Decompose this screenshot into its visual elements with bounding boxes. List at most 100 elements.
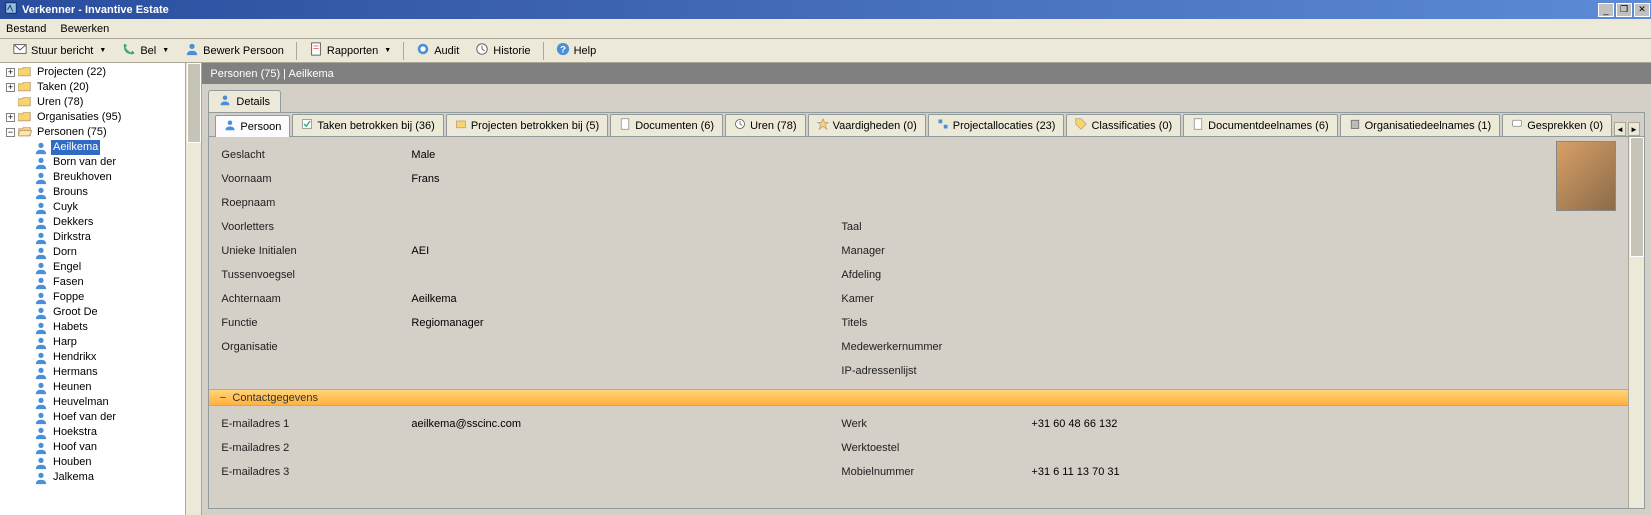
explorer-tree[interactable]: +Projecten (22) +Taken (20) Uren (78) +O…: [0, 63, 201, 487]
person-icon: [34, 322, 48, 334]
document-icon: [619, 118, 631, 133]
edit-person-button[interactable]: Bewerk Persoon: [178, 39, 291, 62]
tree-person[interactable]: Groot De: [2, 305, 201, 320]
audit-button[interactable]: Audit: [409, 39, 466, 62]
person-icon: [224, 119, 236, 134]
person-icon: [34, 232, 48, 244]
subtab-vaardigheden[interactable]: Vaardigheden (0): [808, 114, 926, 136]
person-icon: [34, 277, 48, 289]
folder-icon: [18, 67, 32, 79]
tree-person[interactable]: Aeilkema: [2, 140, 201, 155]
tab-scroll-right[interactable]: ►: [1628, 122, 1640, 136]
person-photo: [1556, 141, 1616, 211]
tree-node[interactable]: Uren (78): [2, 95, 201, 110]
tree-person[interactable]: Engel: [2, 260, 201, 275]
caret-down-icon: ▼: [162, 47, 169, 54]
tree-node[interactable]: −Personen (75): [2, 125, 201, 140]
tree-scrollbar[interactable]: [185, 63, 201, 515]
tree-node[interactable]: +Organisaties (95): [2, 110, 201, 125]
tree-person[interactable]: Houben: [2, 455, 201, 470]
collapse-icon: −: [219, 392, 226, 404]
history-button[interactable]: Historie: [468, 39, 537, 62]
person-icon: [34, 217, 48, 229]
envelope-icon: [13, 42, 27, 59]
tree-person[interactable]: Brouns: [2, 185, 201, 200]
tree-person[interactable]: Born van der: [2, 155, 201, 170]
subtab-docdeel[interactable]: Documentdeelnames (6): [1183, 114, 1337, 136]
expand-icon[interactable]: +: [6, 113, 15, 122]
tree-person[interactable]: Fasen: [2, 275, 201, 290]
project-icon: [455, 118, 467, 133]
collapse-icon[interactable]: −: [6, 128, 15, 137]
tree-person[interactable]: Hoef van der: [2, 410, 201, 425]
value-achternaam: Aeilkema: [411, 293, 841, 305]
label-afdeling: Afdeling: [841, 269, 1031, 281]
reports-button[interactable]: Rapporten▼: [302, 39, 398, 62]
person-icon: [34, 187, 48, 199]
help-button[interactable]: ? Help: [549, 39, 604, 62]
label-kamer: Kamer: [841, 293, 1031, 305]
folder-icon: [18, 97, 32, 109]
report-icon: [309, 42, 323, 59]
tree-person[interactable]: Hoekstra: [2, 425, 201, 440]
label-email3: E-mailadres 3: [221, 466, 411, 478]
person-icon: [34, 337, 48, 349]
tree-person[interactable]: Harp: [2, 335, 201, 350]
tab-details[interactable]: Details: [208, 90, 281, 112]
person-icon: [34, 412, 48, 424]
tree-person[interactable]: Habets: [2, 320, 201, 335]
tree-node[interactable]: +Projecten (22): [2, 65, 201, 80]
subtab-orgdeel[interactable]: Organisatiedeelnames (1): [1340, 114, 1501, 136]
subtab-documenten[interactable]: Documenten (6): [610, 114, 723, 136]
call-button[interactable]: Bel▼: [115, 39, 176, 62]
subtab-allocaties[interactable]: Projectallocaties (23): [928, 114, 1065, 136]
folder-icon: [18, 82, 32, 94]
menu-edit[interactable]: Bewerken: [60, 23, 109, 35]
subtab-persoon[interactable]: Persoon: [215, 115, 290, 137]
skill-icon: [817, 118, 829, 133]
tree-person[interactable]: Jalkema: [2, 470, 201, 485]
tree-person-label: Habets: [51, 320, 90, 335]
subtab-classificaties[interactable]: Classificaties (0): [1066, 114, 1181, 136]
tree-person[interactable]: Foppe: [2, 290, 201, 305]
tree-person-label: Engel: [51, 260, 83, 275]
toolbar-separator: [543, 42, 544, 60]
tree-person[interactable]: Heunen: [2, 380, 201, 395]
tree-person[interactable]: Dorn: [2, 245, 201, 260]
tree-person-label: Foppe: [51, 290, 86, 305]
expand-icon[interactable]: +: [6, 68, 15, 77]
expand-icon[interactable]: +: [6, 83, 15, 92]
label-voorletters: Voorletters: [221, 221, 411, 233]
label-werktoestel: Werktoestel: [841, 442, 1031, 454]
tree-person[interactable]: Dekkers: [2, 215, 201, 230]
value-werk: +31 60 48 66 132: [1031, 418, 1211, 430]
section-contact[interactable]: −Contactgegevens: [209, 389, 1644, 406]
detail-scrollbar[interactable]: [1628, 137, 1644, 508]
tree-person[interactable]: Hermans: [2, 365, 201, 380]
close-button[interactable]: ✕: [1634, 3, 1650, 17]
tree-person[interactable]: Heuvelman: [2, 395, 201, 410]
restore-button[interactable]: ❐: [1616, 3, 1632, 17]
tree-person[interactable]: Dirkstra: [2, 230, 201, 245]
subtab-projecten[interactable]: Projecten betrokken bij (5): [446, 114, 608, 136]
tree-person[interactable]: Cuyk: [2, 200, 201, 215]
label-organisatie: Organisatie: [221, 341, 411, 353]
folder-icon: [18, 112, 32, 124]
minimize-button[interactable]: _: [1598, 3, 1614, 17]
tree-node[interactable]: +Taken (20): [2, 80, 201, 95]
folder-open-icon: [18, 127, 32, 139]
tree-person[interactable]: Hoof van: [2, 440, 201, 455]
tab-scroll-left[interactable]: ◄: [1614, 122, 1626, 136]
subtab-gesprekken[interactable]: Gesprekken (0): [1502, 114, 1612, 136]
person-icon: [34, 247, 48, 259]
chat-icon: [1511, 118, 1523, 133]
tree-person[interactable]: Breukhoven: [2, 170, 201, 185]
label-werk: Werk: [841, 418, 1031, 430]
menu-file[interactable]: Bestand: [6, 23, 46, 35]
subtab-uren[interactable]: Uren (78): [725, 114, 805, 136]
toolbar-separator: [296, 42, 297, 60]
send-message-button[interactable]: Stuur bericht▼: [6, 39, 113, 62]
tree-person[interactable]: Hendrikx: [2, 350, 201, 365]
tree-person-label: Houben: [51, 455, 94, 470]
subtab-taken[interactable]: Taken betrokken bij (36): [292, 114, 443, 136]
